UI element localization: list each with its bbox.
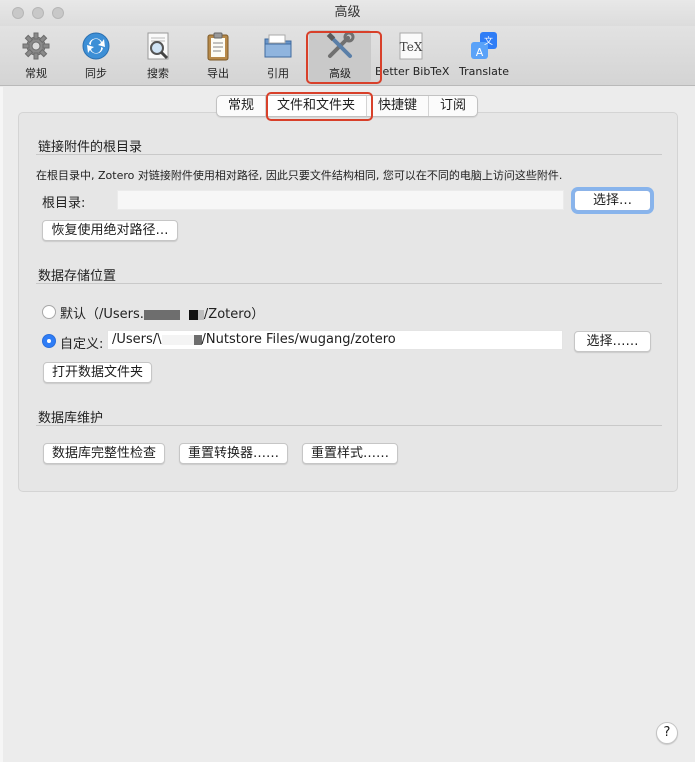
- toolbar-label: 导出: [207, 67, 229, 80]
- tex-icon: TeX: [399, 32, 423, 60]
- annotation-box-files-tab: [266, 92, 373, 121]
- svg-text:A: A: [476, 46, 484, 59]
- restore-absolute-paths-button[interactable]: 恢复使用绝对路径…: [42, 220, 178, 241]
- annotation-box-advanced: [306, 31, 382, 84]
- toolbar-label: Better BibTeX: [375, 65, 450, 78]
- base-dir-label: 根目录:: [42, 196, 86, 211]
- window-edge: [0, 87, 3, 762]
- toolbar-item-better-bibtex[interactable]: TeX Better BibTeX: [375, 30, 450, 82]
- open-data-folder-button[interactable]: 打开数据文件夹: [43, 362, 152, 383]
- check-database-button[interactable]: 数据库完整性检查: [43, 443, 165, 464]
- toolbar-label: 引用: [267, 67, 289, 80]
- reset-styles-button[interactable]: 重置样式……: [302, 443, 398, 464]
- tab-feeds[interactable]: 订阅: [429, 96, 477, 116]
- section-title-data-dir: 数据存储位置: [38, 269, 117, 284]
- custom-data-dir-field[interactable]: /Users/\ /Nutstore Files/wugang/zotero: [107, 330, 563, 350]
- base-dir-field[interactable]: [117, 190, 564, 210]
- toolbar-item-sync[interactable]: 同步: [72, 30, 120, 82]
- toolbar-item-search[interactable]: 搜索: [134, 30, 182, 82]
- data-dir-default-label[interactable]: 默认（/Users. /Zotero）: [60, 303, 264, 322]
- title-bar: 高级: [0, 0, 695, 26]
- base-dir-description: 在根目录中, Zotero 对链接附件使用相对路径, 因此只要文件结构相同, 您…: [36, 169, 563, 182]
- svg-text:文: 文: [484, 35, 493, 47]
- toolbar-label: 同步: [85, 67, 107, 80]
- folder-icon: [264, 34, 292, 58]
- data-dir-custom-radio[interactable]: [42, 334, 56, 348]
- divider: [36, 425, 662, 426]
- close-window-button[interactable]: [12, 7, 24, 19]
- reset-translators-button[interactable]: 重置转换器……: [179, 443, 288, 464]
- help-button[interactable]: ?: [656, 722, 678, 744]
- toolbar-label: Translate: [459, 65, 509, 78]
- toolbar-item-export[interactable]: 导出: [194, 30, 242, 82]
- default-path-prefix: 默认（/Users.: [60, 307, 144, 322]
- search-icon: [147, 32, 169, 60]
- data-dir-default-radio[interactable]: [42, 305, 56, 319]
- section-title-linked-attachments: 链接附件的根目录: [38, 140, 143, 155]
- redacted-username: [143, 309, 204, 320]
- sync-icon: [82, 32, 110, 60]
- toolbar-item-general[interactable]: 常规: [12, 30, 60, 82]
- choose-base-dir-button[interactable]: 选择…: [574, 190, 651, 211]
- svg-text:TeX: TeX: [400, 40, 423, 54]
- zoom-window-button[interactable]: [52, 7, 64, 19]
- custom-path-prefix: /Users/\: [112, 332, 162, 347]
- translate-icon: A 文: [471, 32, 497, 59]
- section-title-db-maintenance: 数据库维护: [38, 411, 104, 426]
- redacted-username: [161, 334, 202, 345]
- divider: [36, 283, 662, 284]
- tab-shortcuts[interactable]: 快捷键: [367, 96, 430, 116]
- toolbar-label: 搜索: [147, 67, 169, 80]
- divider: [36, 154, 662, 155]
- minimize-window-button[interactable]: [32, 7, 44, 19]
- toolbar-label: 常规: [25, 67, 47, 80]
- window-title: 高级: [334, 5, 361, 20]
- default-path-suffix: /Zotero）: [203, 307, 265, 322]
- choose-data-dir-button[interactable]: 选择……: [574, 331, 651, 352]
- gear-icon: [22, 32, 50, 60]
- clipboard-icon: [207, 32, 229, 61]
- toolbar-item-cite[interactable]: 引用: [254, 30, 302, 82]
- custom-path-suffix: /Nutstore Files/wugang/zotero: [201, 332, 396, 347]
- data-dir-custom-label: 自定义:: [60, 337, 104, 352]
- tab-general[interactable]: 常规: [217, 96, 267, 116]
- toolbar-item-translate[interactable]: A 文 Translate: [456, 30, 512, 82]
